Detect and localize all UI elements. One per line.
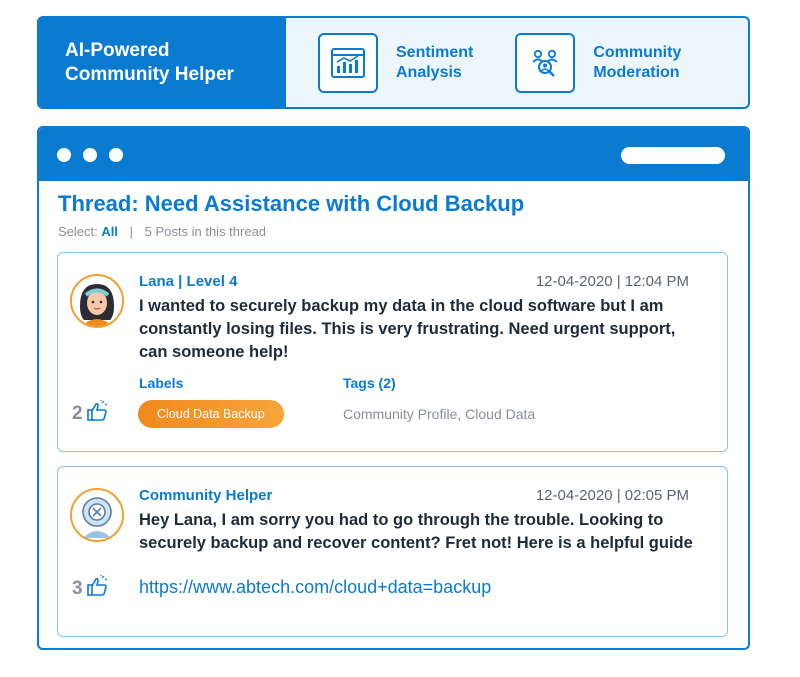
feature-community-moderation[interactable]: Community Moderation xyxy=(515,18,681,107)
meta-separator: | xyxy=(129,224,134,239)
analytics-chart-icon xyxy=(318,32,378,93)
moderation-users-icon xyxy=(515,32,576,93)
like-control[interactable]: 2 xyxy=(72,400,109,428)
feature-bar: AI-Powered Community Helper Sentiment An… xyxy=(37,16,750,109)
select-all-link[interactable]: All xyxy=(101,224,118,239)
thumbs-up-icon xyxy=(83,400,109,428)
post-timestamp: 12-04-2020 | 02:05 PM xyxy=(536,487,689,504)
post-time: | 02:05 PM xyxy=(616,487,689,504)
window-control-dot[interactable] xyxy=(83,148,97,162)
post-time: | 12:04 PM xyxy=(616,273,689,290)
feature-sentiment-analysis[interactable]: Sentiment Analysis xyxy=(318,18,473,107)
thread-meta: Select: All | 5 Posts in this thread xyxy=(58,224,266,239)
window-control-dot[interactable] xyxy=(57,148,71,162)
post-author[interactable]: Lana | Level 4 xyxy=(139,273,237,290)
search-bar[interactable] xyxy=(621,147,725,164)
feature-label: Sentiment Analysis xyxy=(396,43,474,81)
thread-title: Thread: Need Assistance with Cloud Backu… xyxy=(58,191,525,216)
like-count: 3 xyxy=(72,578,83,599)
avatar xyxy=(70,274,124,328)
thumbs-up-icon xyxy=(83,575,109,603)
select-label: Select: xyxy=(58,224,98,239)
post-card: Lana | Level 4 12-04-2020 | 12:04 PM I w… xyxy=(57,252,728,452)
tags-heading: Tags (2) xyxy=(343,375,396,391)
post-date: 12-04-2020 xyxy=(535,273,613,290)
brand-title: AI-Powered Community Helper xyxy=(39,18,286,107)
thread-window: Thread: Need Assistance with Cloud Backu… xyxy=(37,126,750,650)
labels-heading: Labels xyxy=(139,375,184,391)
post-timestamp: 12-04-2020 | 12:04 PM xyxy=(536,273,689,290)
post-author[interactable]: Community Helper xyxy=(139,487,272,504)
window-control-dot[interactable] xyxy=(109,148,123,162)
post-date: 12-04-2020 xyxy=(535,487,613,504)
post-card: Community Helper 12-04-2020 | 02:05 PM H… xyxy=(57,466,728,637)
avatar xyxy=(70,488,124,542)
guide-link[interactable]: https://www.abtech.com/cloud+data=backup xyxy=(139,577,491,598)
like-count: 2 xyxy=(72,403,83,424)
feature-label: Community Moderation xyxy=(593,43,682,81)
brand-title-text: AI-Powered Community Helper xyxy=(65,39,234,85)
post-body: Hey Lana, I am sorry you had to go throu… xyxy=(139,511,693,552)
like-control[interactable]: 3 xyxy=(72,575,109,603)
post-count: 5 Posts in this thread xyxy=(144,224,267,239)
window-titlebar xyxy=(39,128,748,181)
post-body: I wanted to securely backup my data in t… xyxy=(139,297,676,361)
tags-list: Community Profile, Cloud Data xyxy=(343,406,536,422)
label-chip[interactable]: Cloud Data Backup xyxy=(138,400,284,428)
